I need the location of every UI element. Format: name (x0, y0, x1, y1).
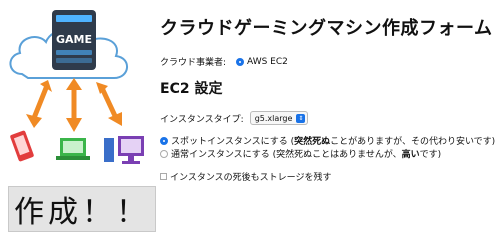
arrows-icon (26, 78, 122, 132)
spot-label: スポットインスタンスにする (突然死ぬことがありますが、その代わり安いです) (171, 137, 496, 147)
desktop-pc-icon (104, 136, 144, 164)
create-button[interactable]: 作成！！ (8, 186, 156, 232)
ondemand-instance-option[interactable]: 通常インスタンスにする (突然死ぬことはありませんが、高いです) (160, 147, 441, 160)
spot-instance-option[interactable]: スポットインスタンスにする (突然死ぬことがありますが、その代わり安いです) (160, 134, 495, 147)
smartphone-icon (10, 130, 34, 162)
provider-label: クラウド事業者: (160, 58, 227, 68)
instance-type-label: インスタンスタイプ: (160, 114, 244, 125)
laptop-icon (56, 138, 90, 160)
server-label: GAME (56, 33, 92, 46)
provider-radio[interactable] (236, 57, 245, 66)
provider-row: クラウド事業者: AWS EC2 (160, 55, 288, 69)
instance-type-value: g5.xlarge (254, 113, 293, 123)
page-title: クラウドゲーミングマシン作成フォーム (160, 18, 493, 39)
chevron-updown-icon: ⇕ (296, 113, 306, 123)
instance-type-row: インスタンスタイプ: g5.xlarge ⇕ (160, 111, 309, 125)
provider-option-label[interactable]: AWS EC2 (247, 57, 288, 67)
server-icon: GAME (52, 10, 96, 70)
persist-storage-label: インスタンスの死後もストレージを残す (170, 173, 332, 183)
persist-storage-option[interactable]: インスタンスの死後もストレージを残す (160, 170, 331, 183)
persist-storage-checkbox[interactable] (160, 173, 167, 180)
spot-radio[interactable] (160, 136, 168, 145)
ondemand-label: 通常インスタンスにする (突然死ぬことはありませんが、高いです) (171, 150, 442, 160)
section-title: EC2 設定 (160, 81, 223, 97)
instance-type-select[interactable]: g5.xlarge ⇕ (249, 111, 309, 125)
cloud-gaming-illustration: GAME (9, 10, 144, 164)
ondemand-radio[interactable] (160, 149, 168, 158)
